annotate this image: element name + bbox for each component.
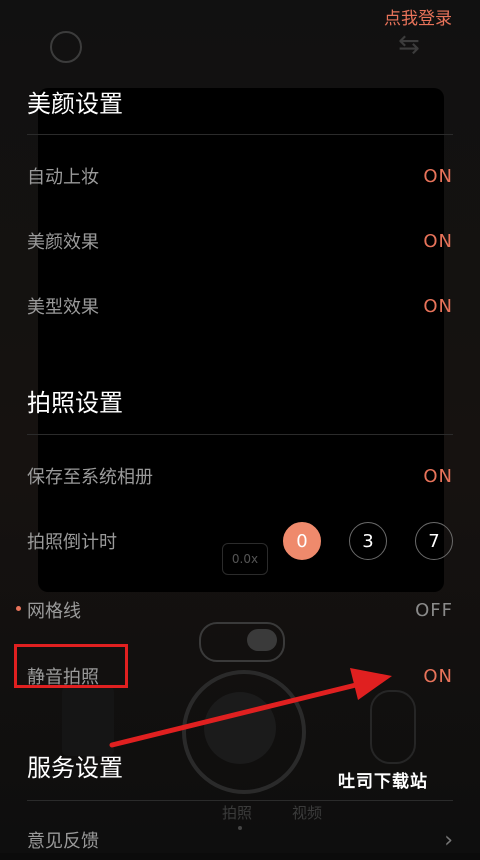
new-indicator-dot	[16, 606, 21, 611]
section-title-photo: 拍照设置	[27, 389, 123, 417]
setting-shape-effect[interactable]: 美型效果 ON	[27, 286, 453, 326]
toggle-value[interactable]: ON	[423, 231, 453, 252]
toggle-value[interactable]: ON	[423, 466, 453, 487]
toggle-value[interactable]: ON	[423, 666, 453, 687]
timer-option-0[interactable]: 0	[283, 522, 321, 560]
login-link[interactable]: 点我登录	[384, 4, 452, 29]
setting-label: 保存至系统相册	[27, 467, 153, 488]
divider	[27, 434, 453, 435]
setting-label: 美型效果	[27, 297, 99, 318]
divider	[27, 134, 453, 135]
setting-label: 网格线	[27, 601, 81, 622]
section-title-service: 服务设置	[27, 754, 123, 782]
setting-label: 自动上妆	[27, 167, 99, 188]
setting-grid[interactable]: 网格线 OFF	[27, 590, 453, 630]
swap-icon: ⇆	[398, 30, 420, 60]
setting-beauty-effect[interactable]: 美颜效果 ON	[27, 221, 453, 261]
highlight-box	[14, 644, 128, 688]
gallery-thumbnail	[62, 686, 114, 756]
timer-options: 0 3 7	[255, 522, 453, 560]
setting-label: 美颜效果	[27, 232, 99, 253]
toggle-value[interactable]: ON	[423, 296, 453, 317]
filter-button	[370, 690, 416, 764]
setting-timer: 拍照倒计时 0 3 7	[27, 521, 453, 561]
setting-label: 意见反馈	[27, 831, 99, 852]
setting-auto-makeup[interactable]: 自动上妆 ON	[27, 156, 453, 196]
chevron-right-icon: ›	[444, 827, 453, 853]
toggle-value[interactable]: ON	[423, 166, 453, 187]
timer-option-7[interactable]: 7	[415, 522, 453, 560]
camera-background: ⇆ 0.0x 拍照 视频	[0, 0, 480, 853]
toggle-value[interactable]: OFF	[415, 600, 453, 621]
section-title-beauty: 美颜设置	[27, 90, 123, 118]
face-icon	[50, 31, 82, 63]
watermark: 吐司下载站	[338, 772, 428, 792]
setting-save-album[interactable]: 保存至系统相册 ON	[27, 456, 453, 496]
setting-label: 拍照倒计时	[27, 532, 117, 553]
divider	[27, 800, 453, 801]
setting-feedback[interactable]: 意见反馈 ›	[27, 820, 453, 860]
timer-option-3[interactable]: 3	[349, 522, 387, 560]
